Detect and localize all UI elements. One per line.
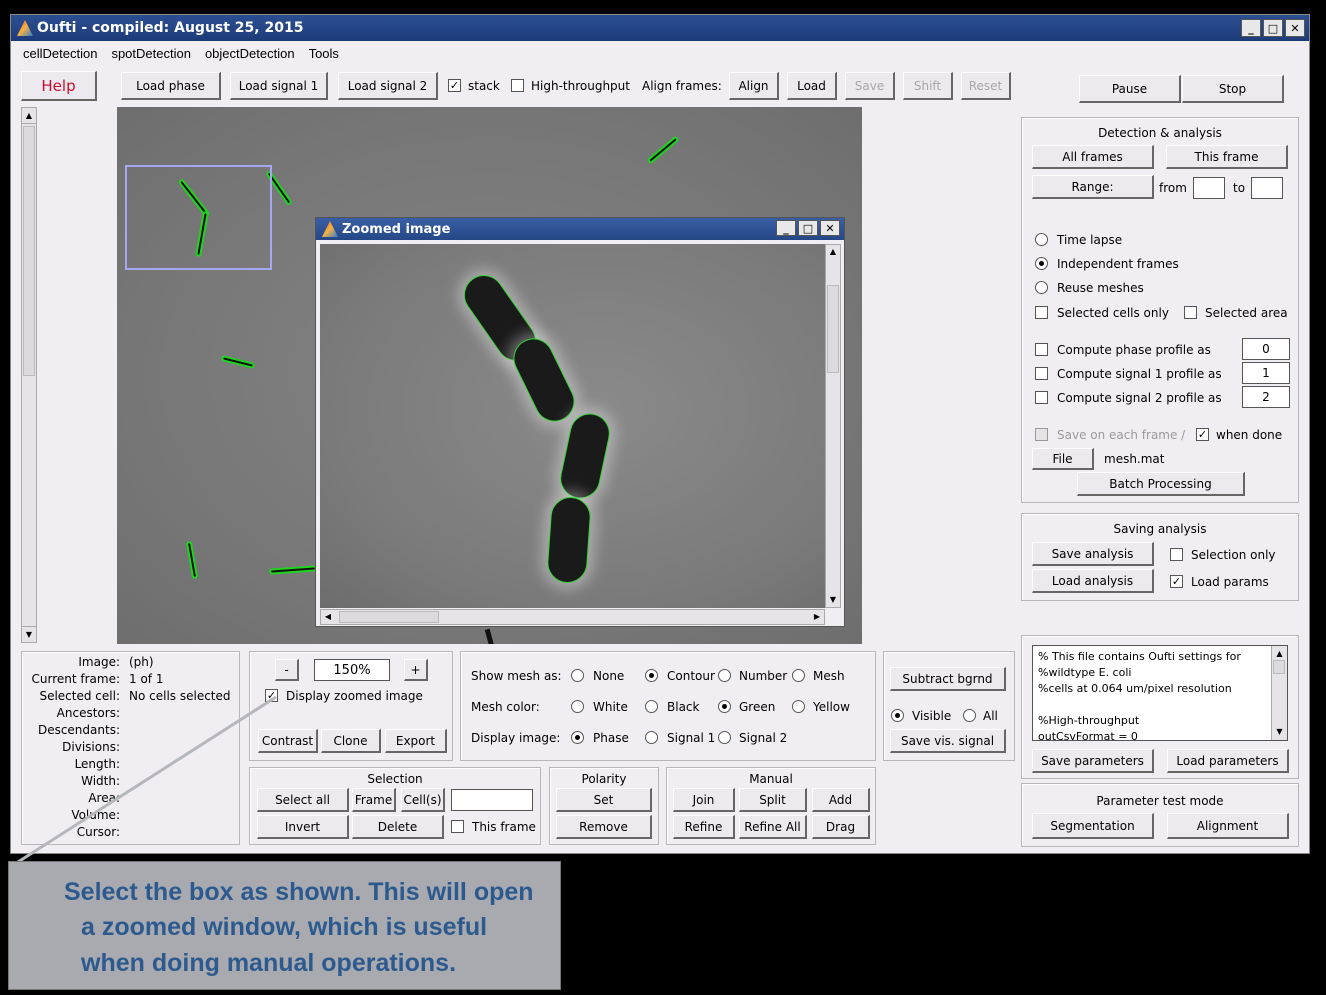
callout-line: Select the box as shown. This will open [64, 878, 534, 906]
instruction-callout: Select the box as shown. This will open … [8, 861, 561, 990]
callout-line: a zoomed window, which is useful [81, 913, 488, 941]
callout-pointer [17, 695, 277, 864]
callout-line: when doing manual operations. [81, 949, 457, 977]
